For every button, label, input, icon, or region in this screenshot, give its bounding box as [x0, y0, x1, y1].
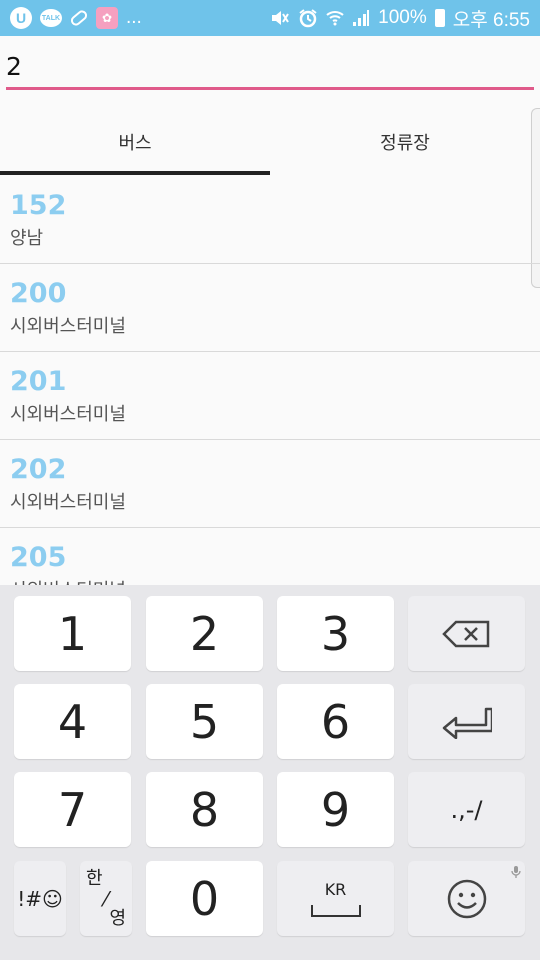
pill-icon: [68, 8, 90, 28]
signal-icon: [352, 9, 370, 27]
route-destination: 시외버스터미널: [10, 492, 126, 513]
key-7[interactable]: 7: [14, 772, 131, 847]
tab-bus-stop-label: 정류장: [380, 132, 430, 154]
punctuation-key[interactable]: .,-/: [408, 772, 525, 847]
key-label: 5: [189, 694, 220, 749]
enter-key[interactable]: [408, 684, 525, 759]
wifi-icon: [326, 9, 344, 27]
list-item[interactable]: 202 시외버스터미널: [0, 440, 540, 528]
key-label: 7: [57, 782, 88, 837]
space-bar-icon: [310, 905, 361, 917]
list-item[interactable]: 205 시외버스터미널: [0, 528, 540, 585]
key-label: 4: [57, 694, 88, 749]
notification-icons: U TALK ✿ ...: [10, 7, 142, 29]
tab-bus-label: 버스: [118, 132, 152, 154]
route-destination: 시외버스터미널: [10, 576, 530, 585]
key-label: 3: [320, 606, 351, 661]
clock: 오후 6:55: [452, 9, 530, 31]
key-label: 0: [189, 871, 220, 926]
route-number: 152: [10, 190, 67, 221]
emoji-icon: [447, 879, 486, 918]
slash-divider: ⁄: [104, 886, 108, 911]
mic-icon: [511, 866, 521, 878]
key-2[interactable]: 2: [146, 596, 263, 671]
route-destination: 시외버스터미널: [10, 404, 126, 425]
uplus-icon: U: [10, 7, 32, 29]
list-item[interactable]: 200 시외버스터미널: [0, 264, 540, 352]
mute-vibrate-icon: [270, 9, 290, 27]
battery-icon: [434, 9, 445, 27]
route-number: 201: [10, 366, 67, 397]
alarm-icon: [298, 8, 318, 28]
key-4[interactable]: 4: [14, 684, 131, 759]
tab-bus-stop[interactable]: 정류장: [270, 108, 540, 175]
key-5[interactable]: 5: [146, 684, 263, 759]
key-0[interactable]: 0: [146, 861, 263, 936]
route-destination: 양남: [10, 228, 44, 249]
backspace-icon: [441, 620, 489, 647]
backspace-key[interactable]: [408, 596, 525, 671]
hangul-english-toggle-key[interactable]: 한 ⁄ 영: [80, 861, 132, 936]
key-6[interactable]: 6: [277, 684, 394, 759]
more-notifications: ...: [126, 7, 142, 28]
enter-icon: [442, 707, 492, 739]
key-label-english: 영: [109, 907, 126, 929]
key-label: !#☺: [17, 886, 63, 911]
game-app-icon: ✿: [96, 7, 118, 29]
space-key[interactable]: KR: [277, 861, 394, 936]
key-8[interactable]: 8: [146, 772, 263, 847]
symbols-key[interactable]: !#☺: [14, 861, 66, 936]
list-item[interactable]: 201 시외버스터미널: [0, 352, 540, 440]
numeric-keyboard: 1 2 3 4 5 6 7 8 9 .,-/ !#☺ 한 ⁄ 영 0 KR: [0, 585, 540, 960]
emoji-key[interactable]: [408, 861, 525, 936]
battery-percent: 100%: [378, 7, 427, 28]
search-input[interactable]: [6, 45, 534, 90]
key-label: 1: [57, 606, 88, 661]
status-bar: U TALK ✿ ... 100% 오후 6:55: [0, 0, 540, 36]
key-3[interactable]: 3: [277, 596, 394, 671]
key-label: .,-/: [450, 795, 483, 824]
route-number: 202: [10, 454, 67, 485]
route-list: 152 양남 200 시외버스터미널 201 시외버스터미널 202 시외버스터…: [0, 176, 540, 585]
key-label-hangul: 한: [86, 867, 103, 889]
key-1[interactable]: 1: [14, 596, 131, 671]
key-label: 8: [189, 782, 220, 837]
route-destination: 시외버스터미널: [10, 316, 126, 337]
key-label: 6: [320, 694, 351, 749]
tab-bus[interactable]: 버스: [0, 108, 270, 175]
language-label: KR: [324, 880, 347, 899]
tab-bar: 버스 정류장: [0, 108, 540, 175]
kakaotalk-icon: TALK: [40, 9, 62, 27]
system-icons: 100% 오후 6:55: [270, 5, 530, 32]
key-label: 9: [320, 782, 351, 837]
route-number: 200: [10, 278, 67, 309]
key-9[interactable]: 9: [277, 772, 394, 847]
search-bar: [6, 45, 534, 93]
list-item[interactable]: 152 양남: [0, 176, 540, 264]
key-label: 2: [189, 606, 220, 661]
route-number: 205: [10, 542, 67, 573]
